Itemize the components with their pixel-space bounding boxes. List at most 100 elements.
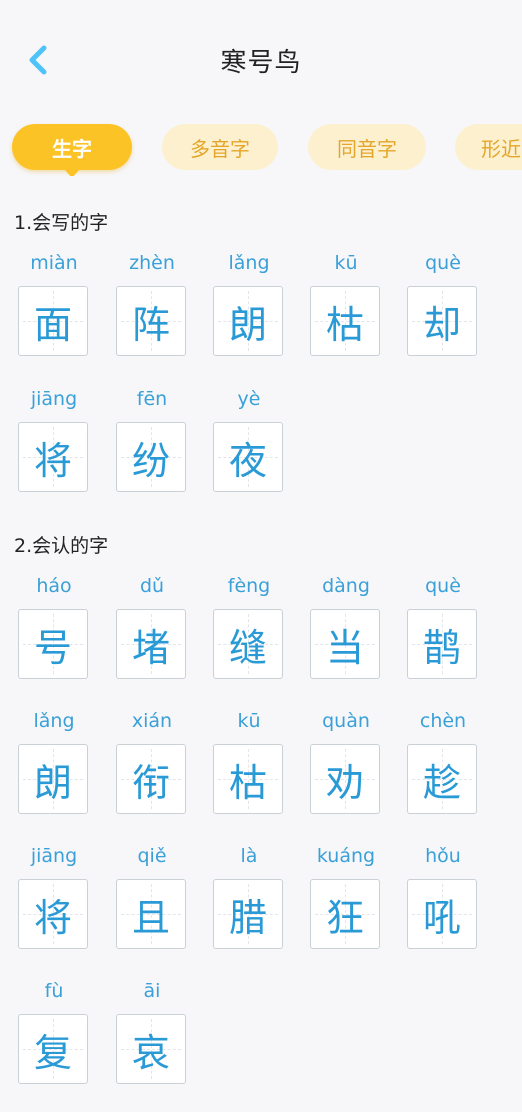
character-card[interactable]: jiāng 将 bbox=[18, 384, 90, 492]
character-card[interactable]: dǔ 堵 bbox=[116, 571, 188, 679]
pinyin-label: qiě bbox=[137, 845, 167, 867]
character-card[interactable]: fù 复 bbox=[18, 976, 90, 1084]
character-card[interactable]: què 却 bbox=[407, 248, 479, 356]
pinyin-label: què bbox=[425, 252, 461, 274]
character-grid-box[interactable]: 且 bbox=[116, 879, 186, 949]
character-card[interactable]: xián 衔 bbox=[116, 706, 188, 814]
tab-similar-shape[interactable]: 形近字 bbox=[455, 124, 522, 170]
pinyin-label: fēn bbox=[136, 388, 168, 410]
pinyin-label: āi bbox=[143, 980, 161, 1002]
hanzi-character: 朗 bbox=[228, 302, 267, 347]
hanzi-character: 腊 bbox=[228, 895, 267, 940]
pinyin-label: miàn bbox=[30, 252, 78, 274]
hanzi-character: 缝 bbox=[228, 625, 267, 670]
character-grid-box[interactable]: 复 bbox=[18, 1014, 88, 1084]
character-grid-box[interactable]: 衔 bbox=[116, 744, 186, 814]
hanzi-character: 哀 bbox=[131, 1030, 170, 1075]
character-grid-box[interactable]: 缝 bbox=[213, 609, 283, 679]
character-grid-box[interactable]: 枯 bbox=[213, 744, 283, 814]
character-card[interactable]: jiāng 将 bbox=[18, 841, 90, 949]
pinyin-label: zhèn bbox=[129, 252, 175, 274]
pinyin-label: jiāng bbox=[30, 845, 78, 867]
character-grid-box[interactable]: 夜 bbox=[213, 422, 283, 492]
hanzi-character: 将 bbox=[33, 438, 72, 483]
character-card[interactable]: hǒu 吼 bbox=[407, 841, 479, 949]
character-card[interactable]: quàn 劝 bbox=[310, 706, 382, 814]
character-grid-box[interactable]: 纷 bbox=[116, 422, 186, 492]
character-grid-box[interactable]: 枯 bbox=[310, 286, 380, 356]
character-grid-box[interactable]: 趁 bbox=[407, 744, 477, 814]
character-card[interactable]: zhèn 阵 bbox=[116, 248, 188, 356]
character-grid-box[interactable]: 堵 bbox=[116, 609, 186, 679]
character-card[interactable]: qiě 且 bbox=[116, 841, 188, 949]
hanzi-character: 衔 bbox=[131, 760, 170, 805]
character-card[interactable]: fèng 缝 bbox=[213, 571, 285, 679]
character-grid-box[interactable]: 将 bbox=[18, 422, 88, 492]
hanzi-character: 朗 bbox=[33, 760, 72, 805]
hanzi-character: 枯 bbox=[228, 760, 267, 805]
hanzi-character: 面 bbox=[33, 302, 72, 347]
tab-homophones[interactable]: 同音字 bbox=[308, 124, 426, 170]
pinyin-label: jiāng bbox=[30, 388, 78, 410]
hanzi-character: 复 bbox=[33, 1030, 72, 1075]
character-grid-box[interactable]: 号 bbox=[18, 609, 88, 679]
character-grid-box[interactable]: 鹊 bbox=[407, 609, 477, 679]
hanzi-character: 且 bbox=[131, 895, 170, 940]
character-card[interactable]: āi 哀 bbox=[116, 976, 188, 1084]
pinyin-label: chèn bbox=[419, 710, 467, 732]
pinyin-label: lǎng bbox=[33, 710, 75, 732]
tab-label: 形近字 bbox=[481, 136, 522, 161]
character-card[interactable]: kuáng 狂 bbox=[310, 841, 382, 949]
character-grid-box[interactable]: 面 bbox=[18, 286, 88, 356]
hanzi-character: 夜 bbox=[228, 438, 267, 483]
character-card[interactable]: fēn 纷 bbox=[116, 384, 188, 492]
hanzi-character: 鹊 bbox=[422, 625, 461, 670]
character-card[interactable]: là 腊 bbox=[213, 841, 285, 949]
hanzi-character: 号 bbox=[33, 625, 72, 670]
hanzi-character: 将 bbox=[33, 895, 72, 940]
character-grid-box[interactable]: 当 bbox=[310, 609, 380, 679]
character-card[interactable]: kū 枯 bbox=[310, 248, 382, 356]
character-grid-box[interactable]: 哀 bbox=[116, 1014, 186, 1084]
pinyin-label: là bbox=[240, 845, 258, 867]
character-grid-box[interactable]: 阵 bbox=[116, 286, 186, 356]
hanzi-character: 纷 bbox=[131, 438, 170, 483]
header: 寒号鸟 bbox=[0, 0, 522, 120]
character-grid-box[interactable]: 狂 bbox=[310, 879, 380, 949]
character-card[interactable]: kū 枯 bbox=[213, 706, 285, 814]
pinyin-label: yè bbox=[237, 388, 261, 410]
character-grid-box[interactable]: 却 bbox=[407, 286, 477, 356]
character-grid-box[interactable]: 劝 bbox=[310, 744, 380, 814]
character-grid-box[interactable]: 朗 bbox=[213, 286, 283, 356]
pinyin-label: fù bbox=[44, 980, 64, 1002]
hanzi-character: 堵 bbox=[131, 625, 170, 670]
character-card[interactable]: lǎng 朗 bbox=[18, 706, 90, 814]
character-grid-box[interactable]: 朗 bbox=[18, 744, 88, 814]
character-card[interactable]: dàng 当 bbox=[310, 571, 382, 679]
character-card[interactable]: chèn 趁 bbox=[407, 706, 479, 814]
character-card[interactable]: què 鹊 bbox=[407, 571, 479, 679]
pinyin-label: kū bbox=[334, 252, 358, 274]
character-card[interactable]: háo 号 bbox=[18, 571, 90, 679]
character-card[interactable]: yè 夜 bbox=[213, 384, 285, 492]
pinyin-label: dàng bbox=[322, 575, 370, 597]
hanzi-character: 狂 bbox=[325, 895, 364, 940]
pinyin-label: dǔ bbox=[139, 575, 165, 597]
hanzi-character: 却 bbox=[422, 302, 461, 347]
tab-label: 同音字 bbox=[337, 136, 397, 161]
character-grid-box[interactable]: 吼 bbox=[407, 879, 477, 949]
section-title-write: 1.会写的字 bbox=[14, 212, 109, 234]
character-card[interactable]: lǎng 朗 bbox=[213, 248, 285, 356]
tab-polyphonic[interactable]: 多音字 bbox=[162, 124, 278, 170]
character-card[interactable]: miàn 面 bbox=[18, 248, 90, 356]
page-title: 寒号鸟 bbox=[220, 48, 302, 78]
character-grid-box[interactable]: 将 bbox=[18, 879, 88, 949]
hanzi-character: 当 bbox=[325, 625, 364, 670]
character-grid-box[interactable]: 腊 bbox=[213, 879, 283, 949]
tab-new-characters[interactable]: 生字 bbox=[12, 124, 132, 176]
section-title-recognize: 2.会认的字 bbox=[14, 535, 109, 557]
pinyin-label: quàn bbox=[322, 710, 370, 732]
hanzi-character: 枯 bbox=[325, 302, 364, 347]
hanzi-character: 阵 bbox=[131, 302, 170, 347]
tab-label: 生字 bbox=[52, 136, 92, 161]
